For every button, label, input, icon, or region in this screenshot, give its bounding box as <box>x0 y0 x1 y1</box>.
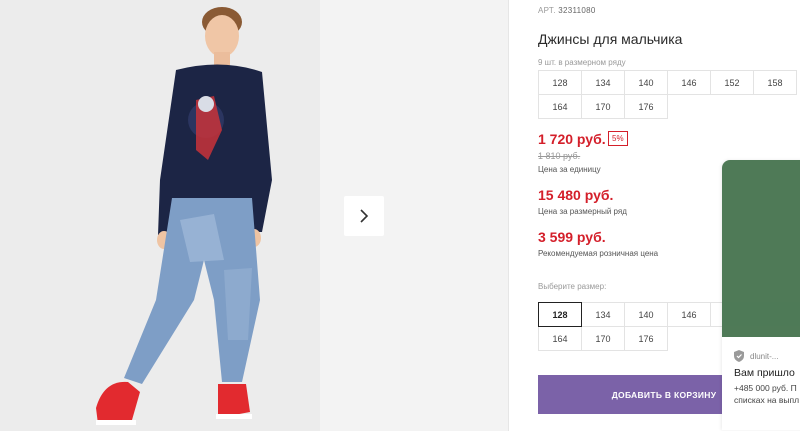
pack-size-cell: 134 <box>581 70 625 95</box>
unit-price: 1 720 руб. <box>538 131 606 147</box>
size-option[interactable]: 176 <box>624 326 668 351</box>
size-option[interactable]: 170 <box>581 326 625 351</box>
pack-size-cell: 164 <box>538 94 582 119</box>
size-option[interactable]: 134 <box>581 302 625 327</box>
pack-size-cell: 152 <box>710 70 754 95</box>
size-option[interactable]: 146 <box>667 302 711 327</box>
unit-price-label: Цена за единицу <box>538 165 601 174</box>
shield-icon <box>734 350 744 362</box>
row-price-label: Цена за размерный ряд <box>538 207 627 216</box>
pack-size-cell: 158 <box>753 70 797 95</box>
notification-line: списках на выпл <box>734 395 800 405</box>
sku-value: 32311080 <box>558 6 596 15</box>
notification-line: +485 000 руб. П <box>734 383 797 393</box>
size-option[interactable]: 164 <box>538 326 582 351</box>
notification-source: dlunit-... <box>734 350 778 362</box>
pack-size-cell: 176 <box>624 94 668 119</box>
notification-overlay-shade <box>722 302 800 326</box>
notification-title: Вам пришло <box>734 367 795 379</box>
next-image-button[interactable] <box>344 196 384 236</box>
old-price: 1 810 руб. <box>538 151 581 161</box>
pack-size-cell: 128 <box>538 70 582 95</box>
boy-illustration <box>0 0 320 431</box>
sku: АРТ. 32311080 <box>538 6 596 15</box>
product-title: Джинсы для мальчика <box>538 31 683 47</box>
choose-size-label: Выберите размер: <box>538 282 607 291</box>
pack-size-grid: 128 134 140 146 152 158 164 170 176 <box>538 70 797 119</box>
row-price: 15 480 руб. <box>538 187 614 203</box>
discount-badge: 5% <box>608 131 628 146</box>
size-option-selected[interactable]: 128 <box>538 302 582 327</box>
notification-source-text: dlunit-... <box>750 351 779 361</box>
pack-size-cell: 140 <box>624 70 668 95</box>
retail-price: 3 599 руб. <box>538 229 606 245</box>
pack-size-cell: 146 <box>667 70 711 95</box>
row-note: 9 шт. в размерном ряду <box>538 58 626 67</box>
retail-price-label: Рекомендуемая розничная цена <box>538 249 659 258</box>
gallery-divider <box>508 0 509 431</box>
notification-text: +485 000 руб. П списках на выпл <box>734 382 800 406</box>
product-photo <box>0 0 320 431</box>
sku-label: АРТ. <box>538 6 556 15</box>
chevron-right-icon <box>360 209 369 223</box>
pack-size-cell: 170 <box>581 94 625 119</box>
size-option[interactable]: 140 <box>624 302 668 327</box>
